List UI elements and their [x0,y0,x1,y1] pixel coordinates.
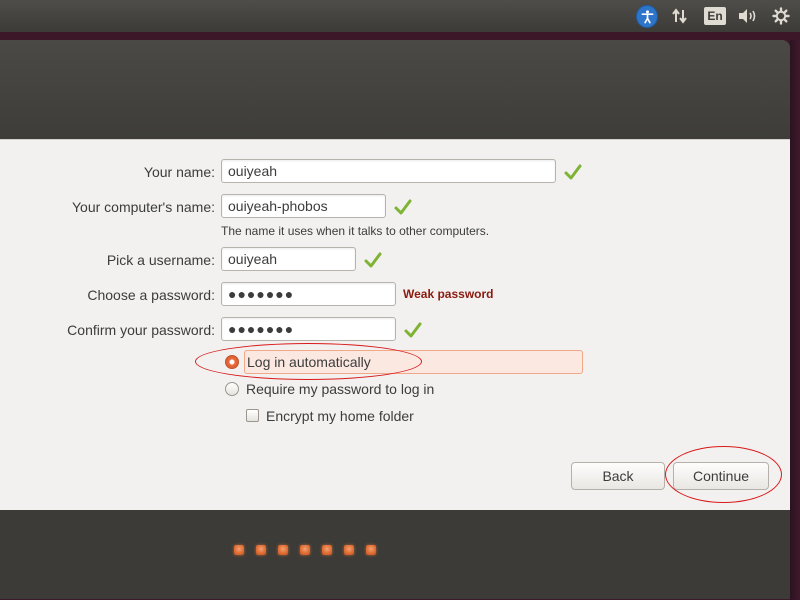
password-label: Choose a password: [87,287,215,303]
progress-step [300,545,310,555]
computer-name-hint: The name it uses when it talks to other … [221,224,490,238]
check-icon [564,164,582,180]
install-progress [234,545,376,555]
gear-icon [772,7,790,25]
require-password-label[interactable]: Require my password to log in [246,381,434,397]
back-button[interactable]: Back [571,462,665,490]
network-indicator[interactable] [668,5,692,27]
username-label: Pick a username: [106,252,215,268]
progress-step [344,545,354,555]
window-footer [0,510,790,599]
keyboard-layout-icon: En [704,7,726,25]
check-icon [394,199,412,215]
sound-icon [739,9,756,23]
encrypt-home-label[interactable]: Encrypt my home folder [266,408,414,424]
continue-button[interactable]: Continue [673,462,769,490]
progress-step [278,545,288,555]
require-password-radio[interactable] [225,382,239,396]
confirm-password-input[interactable]: ●●●●●●● [221,317,396,341]
network-icon [672,8,687,24]
computer-name-input[interactable] [221,194,386,218]
confirm-password-dots: ●●●●●●● [228,321,295,337]
confirm-password-label: Confirm your password: [67,322,215,338]
accessibility-icon [636,4,658,28]
window-header [0,40,790,139]
accessibility-indicator[interactable] [636,4,658,28]
check-icon [364,252,382,268]
desktop-background [790,40,800,600]
password-strength: Weak password [403,287,494,301]
check-icon [404,322,422,338]
auto-login-radio[interactable] [225,355,239,369]
username-input[interactable] [221,247,356,271]
encrypt-home-checkbox[interactable] [246,409,259,422]
top-panel: En [0,0,800,32]
keyboard-layout-indicator[interactable]: En [704,5,726,27]
auto-login-label[interactable]: Log in automatically [247,354,371,370]
password-input[interactable]: ●●●●●●● [221,282,396,306]
progress-step [366,545,376,555]
sound-indicator[interactable] [736,5,760,27]
progress-step [256,545,266,555]
your-name-input[interactable] [221,159,556,183]
computer-name-label: Your computer's name: [71,199,215,215]
progress-step [322,545,332,555]
session-indicator[interactable] [770,5,792,27]
password-dots: ●●●●●●● [228,286,295,302]
your-name-label: Your name: [143,164,215,180]
progress-step [234,545,244,555]
